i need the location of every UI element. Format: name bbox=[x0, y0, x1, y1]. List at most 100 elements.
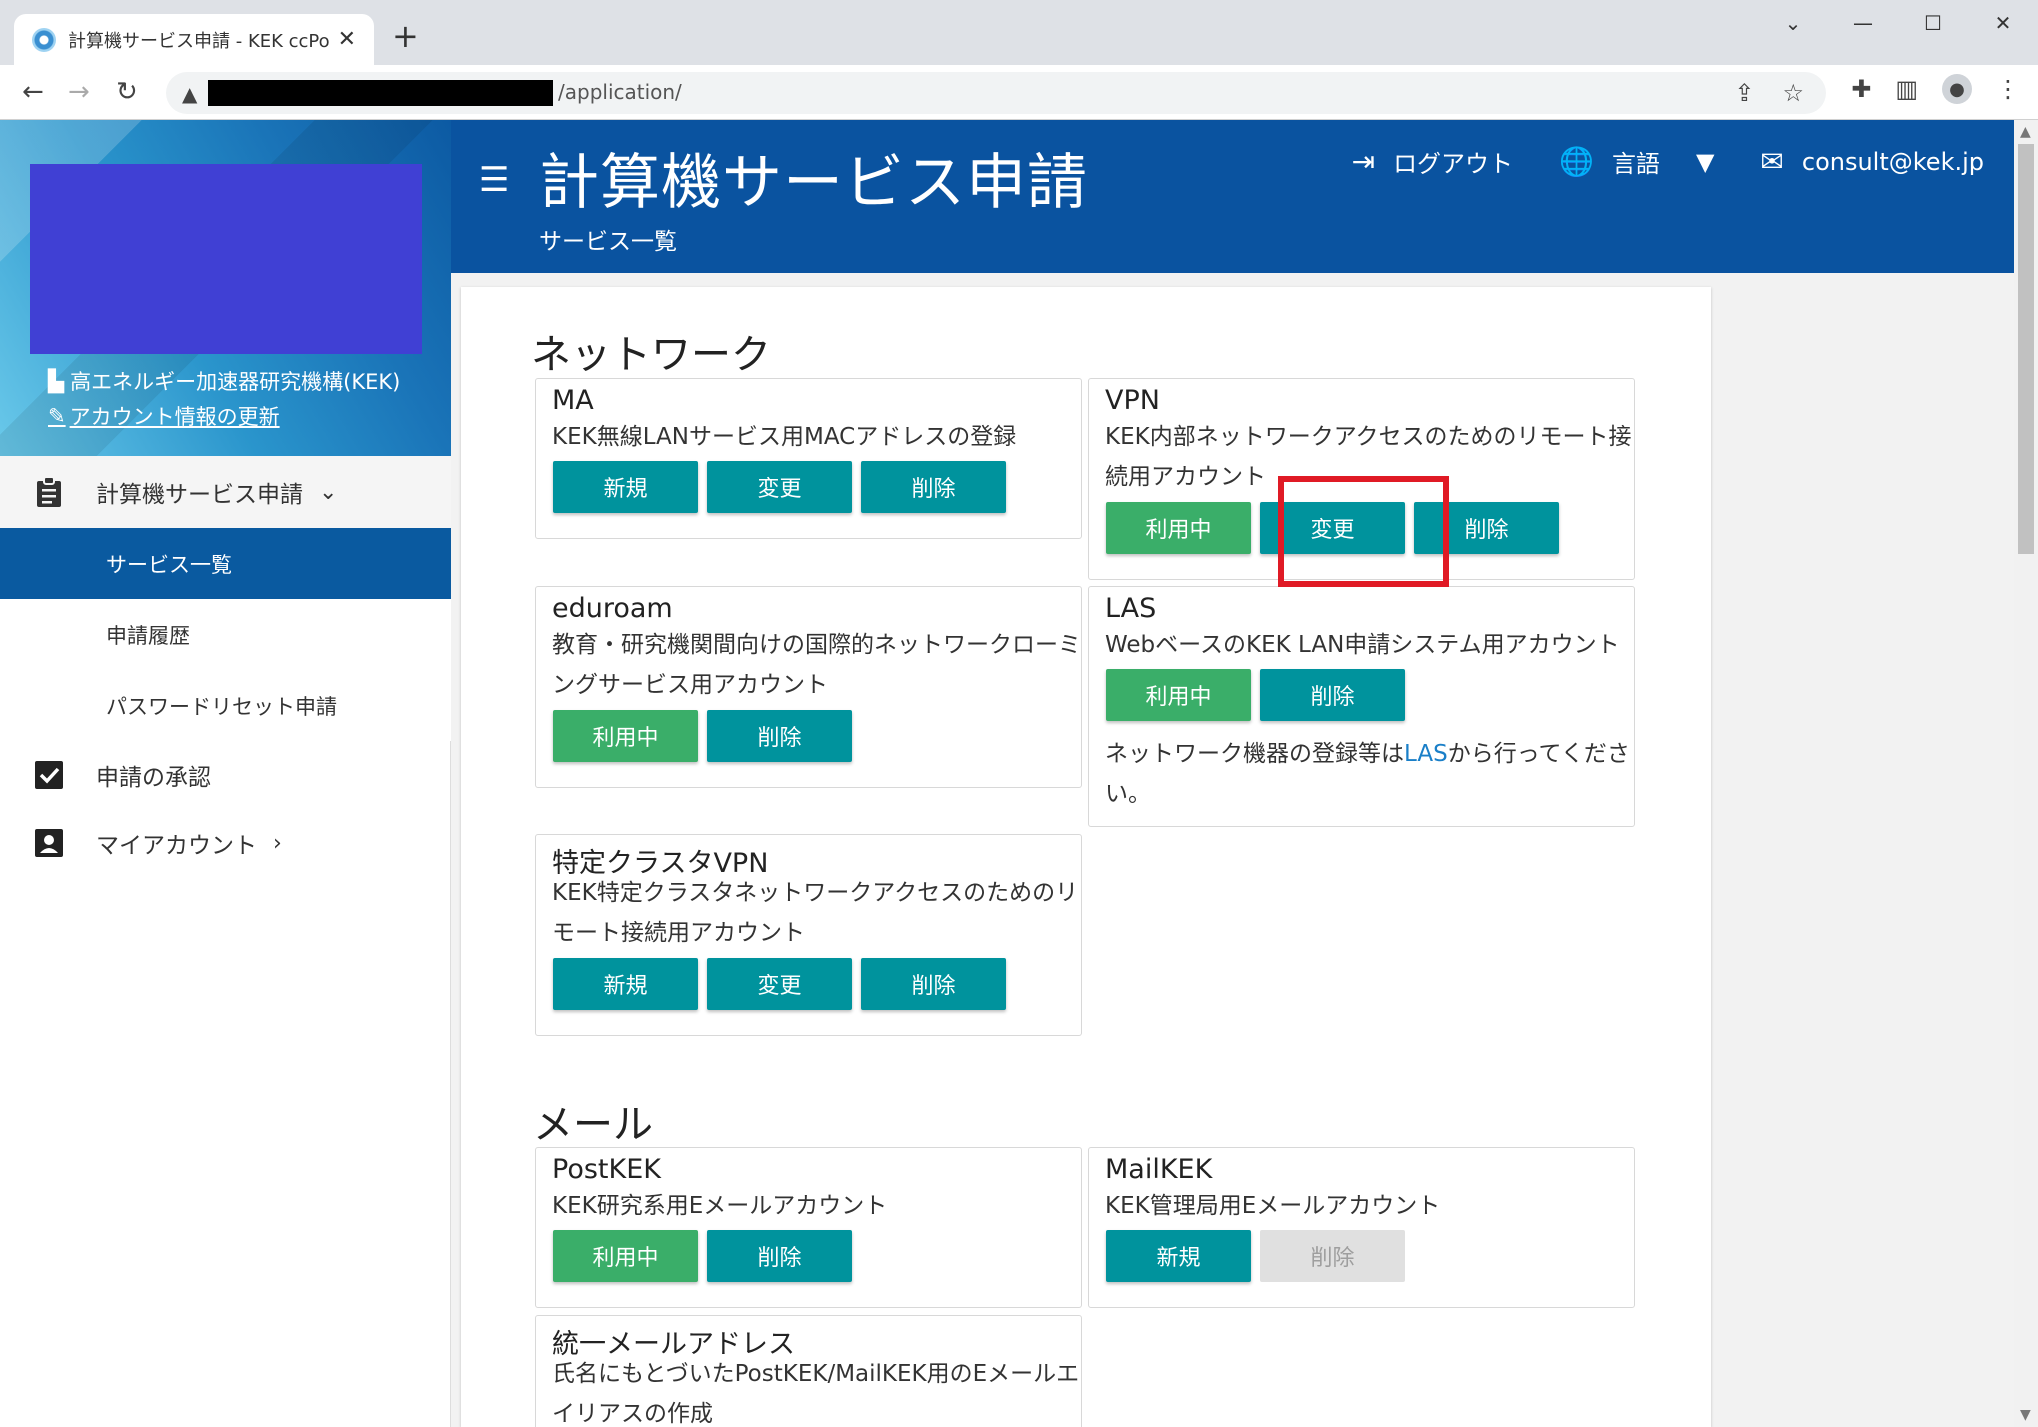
service-card-ma: MA KEK無線LANサービス用MACアドレスの登録 新規 変更 削除 bbox=[535, 378, 1082, 539]
logout-icon: ⇥ bbox=[1351, 145, 1376, 178]
maximize-icon[interactable]: ☐ bbox=[1898, 0, 1968, 46]
ma-delete-button[interactable]: 削除 bbox=[861, 461, 1006, 513]
new-tab-icon[interactable]: + bbox=[392, 20, 419, 52]
service-name: MailKEK bbox=[1105, 1154, 1213, 1185]
url-path: /application/ bbox=[558, 80, 682, 104]
pencil-icon: ✎ bbox=[48, 404, 66, 428]
sidebar-item-apply[interactable]: 計算機サービス申請 ⌄ bbox=[0, 456, 451, 528]
eduroam-delete-button[interactable]: 削除 bbox=[707, 710, 852, 762]
postkek-delete-button[interactable]: 削除 bbox=[707, 1230, 852, 1282]
account-update-label: アカウント情報の更新 bbox=[69, 405, 280, 429]
close-tab-icon[interactable]: ✕ bbox=[338, 27, 356, 52]
sidebar-item-my-account-label: マイアカウント bbox=[96, 833, 257, 859]
sidebar-item-my-account[interactable]: マイアカウント › bbox=[0, 809, 451, 877]
service-name: eduroam bbox=[552, 593, 673, 624]
browser-toolbar: ← → ↻ ▲ /application/ ⇪ ☆ ✚ ▥ ● ⋮ bbox=[0, 65, 2038, 120]
browser-menu-icon[interactable]: ⋮ bbox=[1996, 75, 2020, 103]
dropdown-arrow-icon: ▼ bbox=[1695, 147, 1715, 176]
tab-title: 計算機サービス申請 - KEK ccPortal bbox=[68, 30, 330, 52]
tab-search-icon[interactable]: ⌄ bbox=[1758, 0, 1828, 46]
forward-icon[interactable]: → bbox=[68, 75, 90, 109]
service-card-unified-mail: 統一メールアドレス 氏名にもとづいたPostKEK/MailKEK用のEメールエ… bbox=[535, 1315, 1082, 1427]
share-icon[interactable]: ⇪ bbox=[1734, 79, 1754, 107]
chevron-down-icon: ⌄ bbox=[319, 479, 338, 505]
globe-icon: 🌐 bbox=[1559, 145, 1594, 178]
cluster-vpn-change-button[interactable]: 変更 bbox=[707, 958, 852, 1010]
service-card-cluster-vpn: 特定クラスタVPN KEK特定クラスタネットワークアクセスのためのリモート接続用… bbox=[535, 834, 1082, 1036]
language-selector[interactable]: 🌐 言語 ▼ bbox=[1559, 144, 1714, 179]
side-panel-icon[interactable]: ▥ bbox=[1895, 75, 1918, 103]
minimize-icon[interactable]: — bbox=[1828, 0, 1898, 46]
service-card-postkek: PostKEK KEK研究系用Eメールアカウント 利用中 削除 bbox=[535, 1147, 1082, 1308]
ma-new-button[interactable]: 新規 bbox=[553, 461, 698, 513]
sidebar-item-approval[interactable]: 申請の承認 bbox=[0, 741, 451, 809]
address-bar[interactable]: ▲ /application/ ⇪ ☆ bbox=[166, 72, 1826, 114]
hamburger-menu-icon[interactable]: ☰ bbox=[479, 160, 509, 200]
annotation-highlight-box bbox=[1278, 476, 1449, 587]
browser-tab[interactable]: 計算機サービス申請 - KEK ccPortal ✕ bbox=[14, 14, 374, 65]
page-scrollbar[interactable]: ▲ ▼ bbox=[2014, 120, 2038, 1427]
las-note: ネットワーク機器の登録等はLASから行ってください。 bbox=[1105, 734, 1635, 814]
reload-icon[interactable]: ↻ bbox=[116, 75, 138, 109]
vpn-in-use-button[interactable]: 利用中 bbox=[1106, 502, 1251, 554]
section-title-mail: メール bbox=[533, 1102, 653, 1148]
service-name: VPN bbox=[1105, 385, 1160, 416]
cluster-vpn-delete-button[interactable]: 削除 bbox=[861, 958, 1006, 1010]
mail-icon: ✉ bbox=[1760, 145, 1784, 178]
sidebar-profile-banner: ▙ 高エネルギー加速器研究機構(KEK) ✎ アカウント情報の更新 bbox=[0, 120, 451, 456]
contact-email-link[interactable]: ✉ consult@kek.jp bbox=[1760, 145, 1984, 178]
profile-avatar-icon[interactable]: ● bbox=[1942, 74, 1972, 104]
eduroam-in-use-button[interactable]: 利用中 bbox=[553, 710, 698, 762]
sidebar-item-apply-label: 計算機サービス申請 bbox=[96, 482, 303, 508]
language-label: 言語 bbox=[1611, 150, 1660, 178]
service-description: KEK研究系用Eメールアカウント bbox=[552, 1193, 888, 1219]
organization-name: 高エネルギー加速器研究機構(KEK) bbox=[70, 370, 401, 394]
window-controls: ⌄ — ☐ ✕ bbox=[1758, 0, 2038, 46]
app-header: ☰ 計算機サービス申請 サービス一覧 ⇥ ログアウト 🌐 言語 ▼ ✉ cons… bbox=[451, 120, 2014, 273]
logout-label: ログアウト bbox=[1393, 150, 1514, 178]
service-card-eduroam: eduroam 教育・研究機関間向けの国際的ネットワークローミングサービス用アカ… bbox=[535, 586, 1082, 788]
mailkek-delete-button-disabled: 削除 bbox=[1260, 1230, 1405, 1282]
logout-button[interactable]: ⇥ ログアウト bbox=[1352, 144, 1513, 179]
site-favicon-icon bbox=[32, 27, 56, 52]
service-list-card: ネットワーク MA KEK無線LANサービス用MACアドレスの登録 新規 変更 … bbox=[461, 287, 1711, 1427]
chevron-right-icon: › bbox=[273, 830, 282, 856]
scroll-down-arrow-icon[interactable]: ▼ bbox=[2020, 1407, 2031, 1423]
las-link[interactable]: LAS bbox=[1404, 741, 1448, 767]
cluster-vpn-new-button[interactable]: 新規 bbox=[553, 958, 698, 1010]
postkek-in-use-button[interactable]: 利用中 bbox=[553, 1230, 698, 1282]
las-note-before: ネットワーク機器の登録等は bbox=[1105, 741, 1404, 767]
scrollbar-thumb[interactable] bbox=[2018, 144, 2034, 554]
back-icon[interactable]: ← bbox=[22, 75, 44, 109]
ma-change-button[interactable]: 変更 bbox=[707, 461, 852, 513]
checkbox-checked-icon bbox=[32, 758, 66, 792]
service-card-mailkek: MailKEK KEK管理局用Eメールアカウント 新規 削除 bbox=[1088, 1147, 1635, 1308]
bookmark-star-icon[interactable]: ☆ bbox=[1782, 79, 1804, 107]
service-description: WebベースのKEK LAN申請システム用アカウント bbox=[1105, 632, 1620, 658]
account-update-link[interactable]: ✎ アカウント情報の更新 bbox=[48, 401, 280, 431]
clipboard-icon bbox=[32, 475, 66, 509]
close-window-icon[interactable]: ✕ bbox=[1968, 0, 2038, 46]
extensions-puzzle-icon[interactable]: ✚ bbox=[1851, 75, 1871, 103]
organization-line: ▙ 高エネルギー加速器研究機構(KEK) bbox=[48, 366, 400, 396]
scroll-up-arrow-icon[interactable]: ▲ bbox=[2020, 124, 2031, 140]
sidebar-item-history[interactable]: 申請履歴 bbox=[0, 599, 451, 670]
sidebar-item-services[interactable]: サービス一覧 bbox=[0, 528, 451, 599]
service-description: KEK無線LANサービス用MACアドレスの登録 bbox=[552, 424, 1017, 450]
sidebar-group-apply: 計算機サービス申請 ⌄ サービス一覧 申請履歴 パスワードリセット申請 bbox=[0, 456, 451, 741]
page-subtitle: サービス一覧 bbox=[539, 229, 677, 255]
browser-tabbar: 計算機サービス申請 - KEK ccPortal ✕ + ⌄ — ☐ ✕ bbox=[0, 0, 2038, 65]
service-card-las: LAS WebベースのKEK LAN申請システム用アカウント 利用中 削除 ネッ… bbox=[1088, 586, 1635, 827]
mailkek-new-button[interactable]: 新規 bbox=[1106, 1230, 1251, 1282]
building-icon: ▙ bbox=[48, 369, 65, 393]
service-description: KEK特定クラスタネットワークアクセスのためのリモート接続用アカウント bbox=[552, 880, 1079, 946]
service-name: PostKEK bbox=[552, 1154, 661, 1185]
las-delete-button[interactable]: 削除 bbox=[1260, 669, 1405, 721]
service-description: 教育・研究機関間向けの国際的ネットワークローミングサービス用アカウント bbox=[552, 632, 1081, 698]
service-description: 氏名にもとづいたPostKEK/MailKEK用のEメールエイリアスの作成 bbox=[552, 1361, 1080, 1427]
not-secure-warning-icon[interactable]: ▲ bbox=[182, 82, 197, 106]
account-box-icon bbox=[32, 826, 66, 860]
las-in-use-button[interactable]: 利用中 bbox=[1106, 669, 1251, 721]
contact-email: consult@kek.jp bbox=[1801, 147, 1984, 176]
sidebar-item-password-reset[interactable]: パスワードリセット申請 bbox=[0, 670, 451, 741]
